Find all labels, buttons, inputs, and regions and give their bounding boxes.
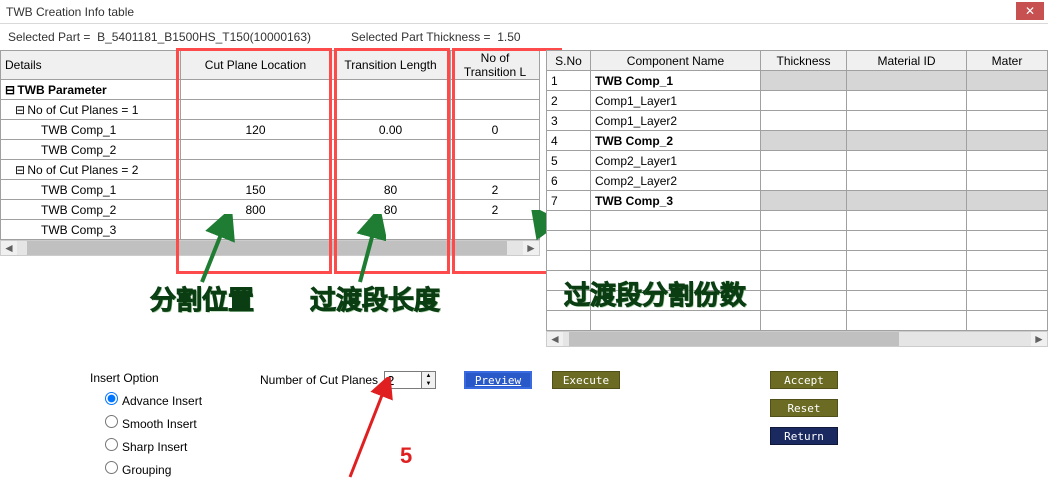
annotation-text-1: 分割位置 [150,280,254,317]
table-row [547,271,1048,291]
table-row [547,291,1048,311]
col-material-id[interactable]: Material ID [847,51,967,71]
table-row[interactable]: 6Comp2_Layer2 [547,171,1048,191]
close-button[interactable]: ✕ [1016,2,1044,20]
col-details[interactable]: Details [1,51,181,80]
table-row[interactable]: 3Comp1_Layer2 [547,111,1048,131]
preview-button[interactable]: Preview [464,371,532,389]
col-mater[interactable]: Mater [967,51,1048,71]
table-row [547,231,1048,251]
radio-smooth-insert[interactable] [105,415,118,428]
table-row[interactable]: 7TWB Comp_3 [547,191,1048,211]
scroll-right-icon[interactable]: ► [1031,332,1047,346]
info-line: Selected Part = B_5401181_B1500HS_T150(1… [0,24,1048,50]
components-panel: S.No Component Name Thickness Material I… [546,50,1048,347]
scroll-right-icon[interactable]: ► [523,241,539,255]
bottom-panel: Insert Option Advance Insert Smooth Inse… [0,365,1048,500]
num-cut-planes-input[interactable] [384,371,422,389]
right-hscrollbar[interactable]: ◄ ► [546,331,1048,347]
spinner-down-icon[interactable]: ▼ [422,380,435,388]
insert-option-group: Advance Insert Smooth Insert Sharp Inser… [0,389,1048,477]
tree-row[interactable]: TWB Comp_2 [1,140,540,160]
close-icon: ✕ [1025,5,1035,17]
table-row [547,251,1048,271]
details-table[interactable]: Details Cut Plane Location Transition Le… [0,50,540,240]
selected-part: Selected Part = B_5401181_B1500HS_T150(1… [8,30,311,44]
tree-row[interactable]: ⊟ No of Cut Planes = 1 [1,100,540,120]
table-row [547,311,1048,331]
col-thickness[interactable]: Thickness [761,51,847,71]
return-button[interactable]: Return [770,427,838,445]
spinner-up-icon[interactable]: ▲ [422,372,435,380]
table-row[interactable]: 4TWB Comp_2 [547,131,1048,151]
window-title: TWB Creation Info table [0,5,134,19]
execute-button[interactable]: Execute [552,371,620,389]
accept-button[interactable]: Accept [770,371,838,389]
radio-advance-insert[interactable] [105,392,118,405]
radio-grouping[interactable] [105,461,118,474]
tree-row[interactable]: TWB Comp_11200.000 [1,120,540,140]
tree-row[interactable]: TWB Comp_3 [1,220,540,240]
col-sno[interactable]: S.No [547,51,591,71]
tree-row[interactable]: TWB Comp_1150802 [1,180,540,200]
components-table[interactable]: S.No Component Name Thickness Material I… [546,50,1048,331]
radio-sharp-insert[interactable] [105,438,118,451]
col-comp-name[interactable]: Component Name [591,51,761,71]
scroll-left-icon[interactable]: ◄ [547,332,563,346]
tree-row[interactable]: ⊟ TWB Parameter [1,80,540,100]
table-row[interactable]: 5Comp2_Layer1 [547,151,1048,171]
table-row[interactable]: 2Comp1_Layer1 [547,91,1048,111]
table-row[interactable]: 1TWB Comp_1 [547,71,1048,91]
table-row [547,211,1048,231]
num-cut-planes-label: Number of Cut Planes [260,373,378,387]
scroll-left-icon[interactable]: ◄ [1,241,17,255]
tree-row[interactable]: ⊟ No of Cut Planes = 2 [1,160,540,180]
annotation-text-2: 过渡段长度 [310,280,440,317]
col-no-transition[interactable]: No of Transition L [451,51,540,80]
reset-button[interactable]: Reset [770,399,838,417]
details-tree-panel: Details Cut Plane Location Transition Le… [0,50,540,347]
annotation-5: 5 [400,443,412,469]
selected-thickness: Selected Part Thickness = 1.50 [351,30,521,44]
left-hscrollbar[interactable]: ◄ ► [0,240,540,256]
col-transition-len[interactable]: Transition Length [331,51,451,80]
num-cut-planes-spinner[interactable]: ▲ ▼ [422,371,436,389]
col-cut-plane[interactable]: Cut Plane Location [181,51,331,80]
titlebar: TWB Creation Info table ✕ [0,0,1048,24]
tree-row[interactable]: TWB Comp_2800802 [1,200,540,220]
